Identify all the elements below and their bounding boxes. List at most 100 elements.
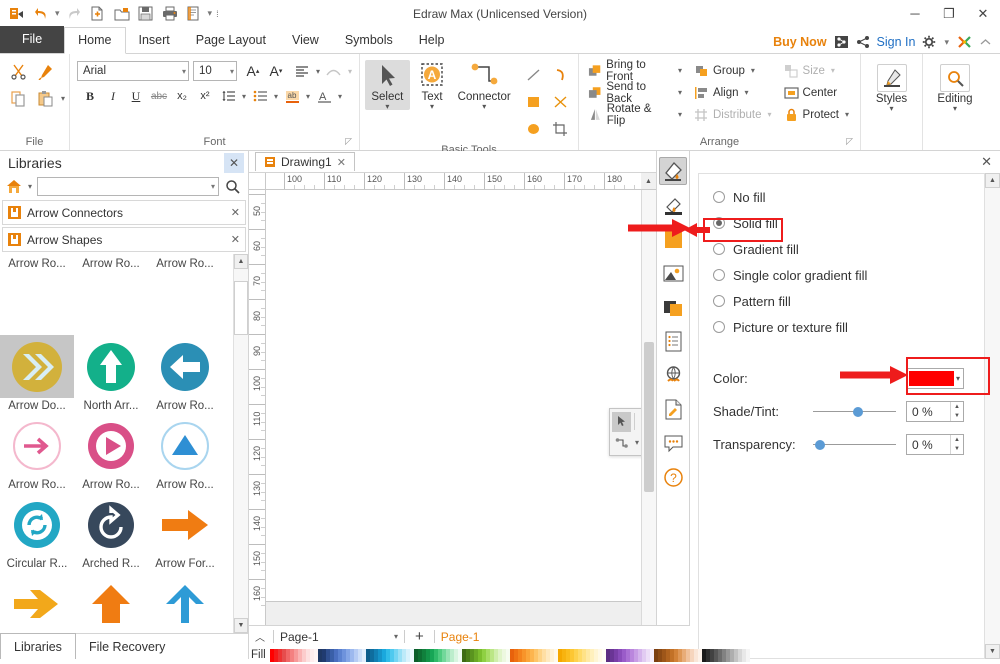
minimize-button[interactable]: ─ xyxy=(898,0,932,28)
fill-option-picture-or-texture-fill[interactable]: Picture or texture fill xyxy=(713,314,984,340)
tab-libraries[interactable]: Libraries xyxy=(0,633,76,659)
cut-icon[interactable] xyxy=(5,58,31,84)
menu-tab-page-layout[interactable]: Page Layout xyxy=(183,28,279,53)
home-icon[interactable] xyxy=(6,179,23,194)
shape-item-arrow-double-right[interactable]: Arrow Do... xyxy=(0,335,74,414)
center-button[interactable]: Center xyxy=(780,82,855,103)
canvas-scroll-up-icon[interactable]: ▲ xyxy=(641,173,656,190)
search-submit-icon[interactable] xyxy=(222,179,242,194)
help-tool-button[interactable]: ? xyxy=(659,463,687,491)
paste-icon[interactable] xyxy=(32,85,58,111)
size-button[interactable]: Size ▾ xyxy=(780,60,855,81)
group-button[interactable]: Group ▾ xyxy=(690,60,778,81)
shape-item-arrow-up-orange[interactable]: Arrow Up xyxy=(74,572,148,633)
tab-file-recovery[interactable]: File Recovery xyxy=(76,634,178,659)
add-page-button[interactable]: + xyxy=(411,628,428,645)
align-text-dropdown-icon[interactable]: ▾ xyxy=(314,67,322,76)
shade-tint-decrease-icon[interactable]: ▼ xyxy=(951,412,963,422)
fill-option-single-color-gradient-fill[interactable]: Single color gradient fill xyxy=(713,262,984,288)
gear-icon[interactable] xyxy=(922,35,936,49)
format-painter-icon[interactable] xyxy=(32,58,58,84)
comment-tool-button[interactable] xyxy=(659,429,687,457)
copy-icon[interactable] xyxy=(5,85,31,111)
search-dropdown-icon[interactable]: ▾ xyxy=(211,182,215,191)
editing-dropdown-icon[interactable]: ▾ xyxy=(953,105,957,113)
group-dropdown-icon[interactable]: ▾ xyxy=(749,66,757,75)
radio-solid-fill[interactable] xyxy=(713,217,725,229)
shape-item-circular-refresh[interactable]: Circular R... xyxy=(0,493,74,572)
library-category-arrow-connectors[interactable]: Arrow Connectors ✕ xyxy=(2,200,246,225)
styles-button[interactable]: Styles ▾ xyxy=(868,62,916,113)
arrange-dialog-launcher-icon[interactable]: ◸ xyxy=(846,133,853,149)
transparency-slider[interactable] xyxy=(813,437,896,453)
shade-tint-knob[interactable] xyxy=(852,406,863,417)
mini-grow-font-icon[interactable]: A▴ xyxy=(638,412,641,432)
shape-item-north-arrow[interactable]: North Arr... xyxy=(74,335,148,414)
mini-connector-icon[interactable] xyxy=(612,433,632,453)
fill-tool-button[interactable] xyxy=(659,157,687,185)
customize-qat-icon[interactable]: ⁞ xyxy=(215,9,220,19)
shape-item-arrow-triangle-up[interactable]: Arrow Ro... xyxy=(148,414,222,493)
library-category-close-icon[interactable]: ✕ xyxy=(231,206,240,219)
print-button[interactable] xyxy=(159,3,181,25)
shade-tint-increase-icon[interactable]: ▲ xyxy=(951,402,963,412)
arc-shape-icon[interactable] xyxy=(547,62,573,88)
distribute-button[interactable]: Distribute ▾ xyxy=(690,104,778,125)
font-color-dropdown-icon[interactable]: ▾ xyxy=(336,92,344,101)
shape-item-arrow-up-blue[interactable]: Arrow Up xyxy=(148,572,222,633)
radio-picture-or-texture-fill[interactable] xyxy=(713,321,725,333)
transparency-decrease-icon[interactable]: ▼ xyxy=(951,445,963,455)
undo-button[interactable] xyxy=(30,3,52,25)
new-document-button[interactable] xyxy=(87,3,109,25)
line-tool-button[interactable] xyxy=(659,191,687,219)
gear-dropdown-icon[interactable]: ▾ xyxy=(943,37,950,48)
align-text-icon[interactable] xyxy=(291,60,313,82)
mini-select-tool-icon[interactable] xyxy=(612,411,632,432)
fill-option-pattern-fill[interactable]: Pattern fill xyxy=(713,288,984,314)
image-tool-button[interactable] xyxy=(659,259,687,287)
fill-color-picker[interactable]: ▾ xyxy=(906,368,964,389)
size-dropdown-icon[interactable]: ▾ xyxy=(829,66,837,75)
shape-item-arrow-play[interactable]: Arrow Ro... xyxy=(74,414,148,493)
text-tool-button[interactable]: A Text ▾ xyxy=(410,60,455,111)
shape-item-arrow-right[interactable]: Arrow Right xyxy=(0,572,74,633)
export-share-icon[interactable] xyxy=(834,35,849,49)
font-dialog-launcher-icon[interactable]: ◸ xyxy=(345,133,352,149)
font-family-combo[interactable]: Arial ▾ xyxy=(77,61,189,81)
radio-gradient-fill[interactable] xyxy=(713,243,725,255)
font-color-icon[interactable]: A xyxy=(313,85,335,107)
buy-now-link[interactable]: Buy Now xyxy=(773,35,826,49)
shape-item-arrow-round-2[interactable]: Arrow Ro... xyxy=(74,256,148,335)
scroll-thumb[interactable] xyxy=(234,281,248,335)
strikethrough-button[interactable]: abc xyxy=(148,85,170,107)
fill-scroll-down-icon[interactable]: ▼ xyxy=(985,644,1000,659)
print-preview-dropdown-icon[interactable]: ▾ xyxy=(207,8,214,19)
search-input[interactable]: ▾ xyxy=(37,177,219,196)
print-preview-button[interactable] xyxy=(183,3,205,25)
radio-no-fill[interactable] xyxy=(713,191,725,203)
fill-option-solid-fill[interactable]: Solid fill xyxy=(713,210,984,236)
line-shape-icon[interactable] xyxy=(520,62,546,88)
radio-single-color-gradient-fill[interactable] xyxy=(713,269,725,281)
bring-to-front-dropdown-icon[interactable]: ▾ xyxy=(676,66,684,75)
color-swatch[interactable] xyxy=(745,648,750,662)
hyperlink-tool-button[interactable] xyxy=(659,361,687,389)
library-category-arrow-shapes[interactable]: Arrow Shapes ✕ xyxy=(2,227,246,252)
rotate-flip-dropdown-icon[interactable]: ▾ xyxy=(676,110,684,119)
text-tool-dropdown-icon[interactable]: ▾ xyxy=(430,103,434,111)
align-dropdown-icon[interactable]: ▾ xyxy=(743,88,751,97)
fill-panel-close-icon[interactable]: ✕ xyxy=(981,154,992,170)
shape-item-arrow-round-left[interactable]: Arrow Ro... xyxy=(148,335,222,414)
menu-tab-home[interactable]: Home xyxy=(64,27,126,54)
home-dropdown-icon[interactable]: ▾ xyxy=(26,182,34,191)
drawing-page[interactable] xyxy=(266,190,641,602)
save-button[interactable] xyxy=(135,3,157,25)
shape-item-arrow-forward[interactable]: Arrow For... xyxy=(148,493,222,572)
menu-tab-help[interactable]: Help xyxy=(406,28,458,53)
bullet-list-icon[interactable] xyxy=(249,85,271,107)
paste-dropdown-icon[interactable]: ▾ xyxy=(59,94,67,103)
libraries-close-icon[interactable]: ✕ xyxy=(224,153,244,173)
shade-tint-spinner[interactable]: 0 % ▲ ▼ xyxy=(906,401,964,422)
shape-item-arrow-round-3[interactable]: Arrow Ro... xyxy=(148,256,222,335)
menu-tab-file[interactable]: File xyxy=(0,26,65,53)
